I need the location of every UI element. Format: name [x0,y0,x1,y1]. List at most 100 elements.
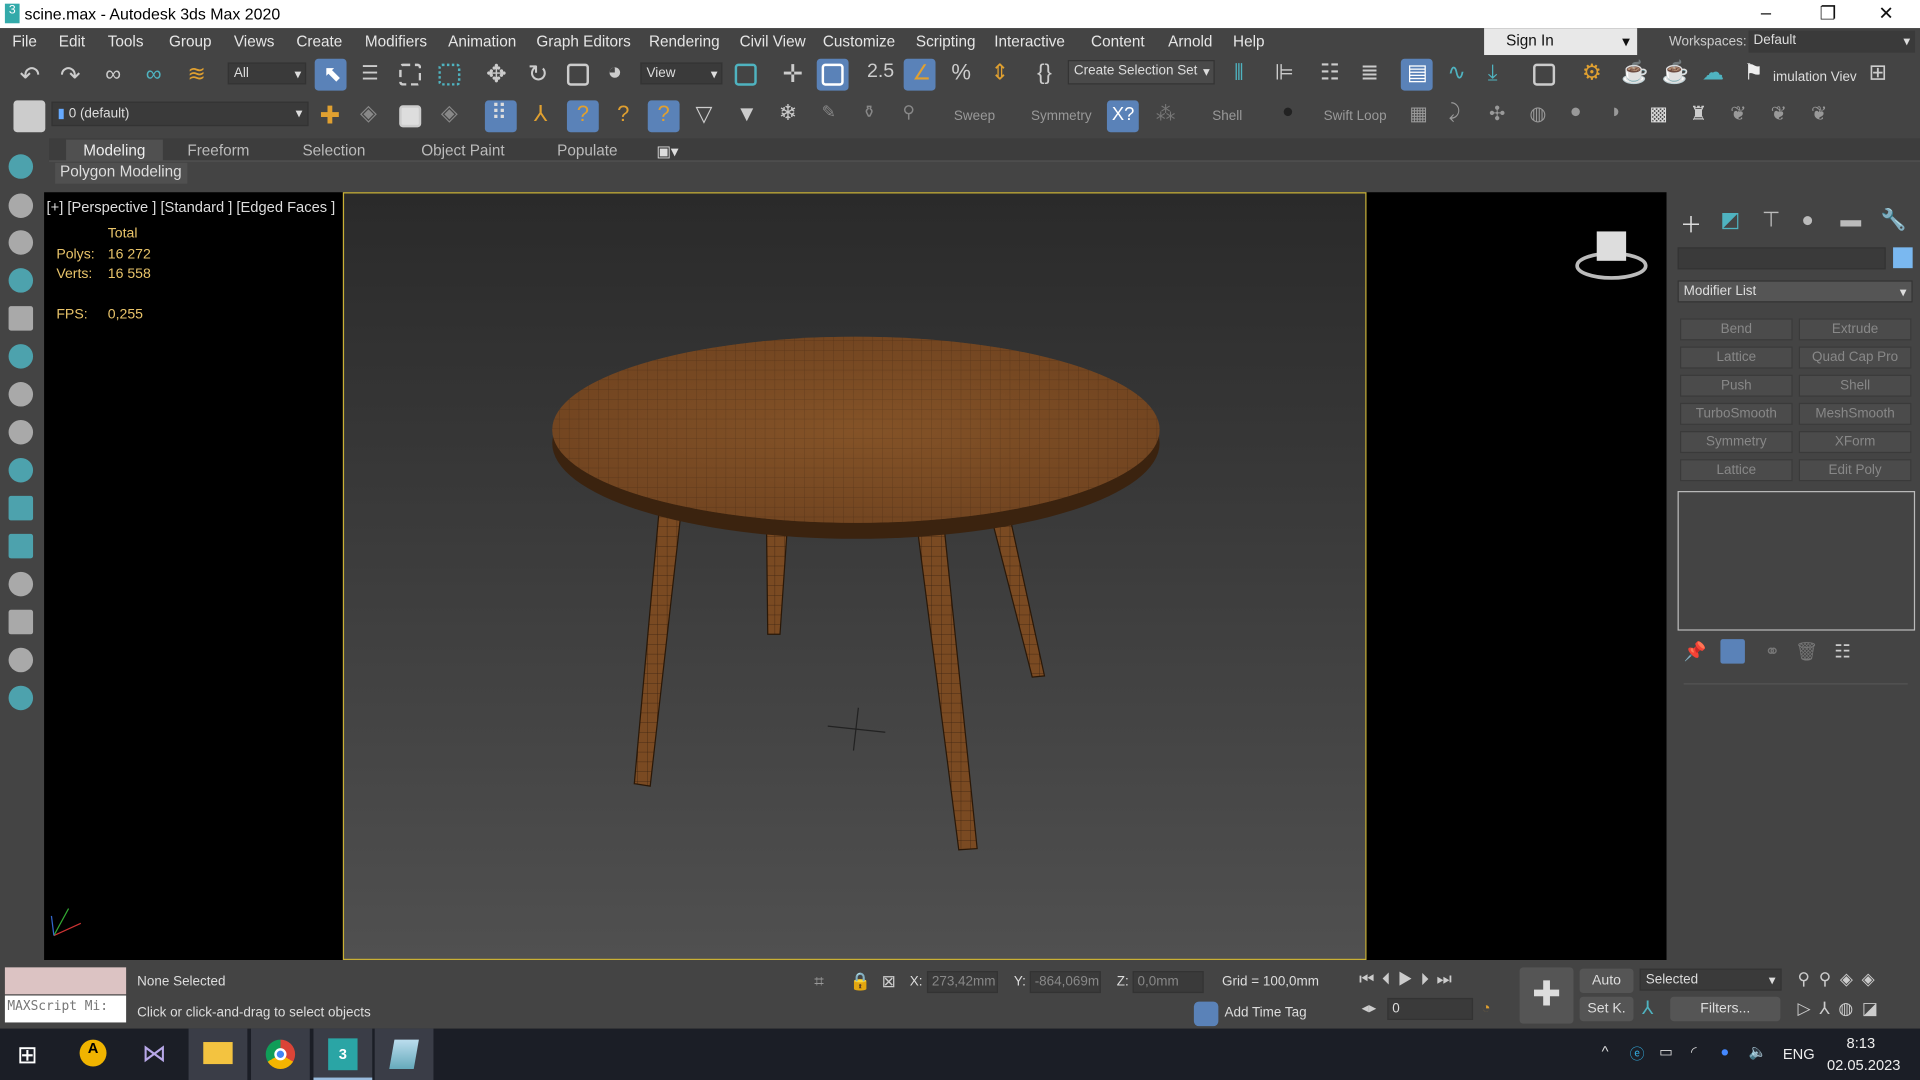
telegram-icon[interactable]: ● [1720,1043,1729,1060]
create-layer-icon[interactable]: ✚ [313,100,345,132]
isolate-icon[interactable]: ⌗ [814,971,824,992]
cage-icon[interactable]: ▦ [1402,100,1434,132]
select-object-icon[interactable]: ⬉ [314,58,347,91]
set-key-icon[interactable]: ✚ [1519,967,1574,1024]
modifier-button[interactable]: MeshSmooth [1798,402,1912,425]
mirror-icon[interactable]: ⫴ [1227,59,1259,91]
zoom-extents-all-icon[interactable]: ◈ [1862,969,1884,989]
maximize-button[interactable]: ❐ [1820,2,1836,25]
pin-stack-icon[interactable]: 📌 [1684,640,1707,663]
modifier-button[interactable]: Quad Cap Pro [1798,346,1912,369]
modifier-button[interactable]: Symmetry [1680,431,1793,454]
modifier-button[interactable]: Lattice [1680,459,1793,482]
menu-modifiers[interactable]: Modifiers [365,33,427,50]
keyboard-shortcut-override-icon[interactable] [816,58,849,91]
pivot-center-icon[interactable] [730,59,762,91]
scale-icon[interactable] [562,59,594,91]
lock-icon[interactable]: 🔒 [850,971,871,992]
viewport-layout-icon[interactable]: ⊞ [1862,59,1894,91]
play-icon[interactable]: ▶ [1398,969,1421,989]
viewport-label[interactable]: [+] [Perspective ] [Standard ] [Edged Fa… [47,198,336,215]
y-coordinate-field[interactable]: -864,069mi [1029,971,1101,994]
simulation-view-label[interactable]: imulation Viev [1773,70,1857,85]
layer-select-icon[interactable]: ◈ [435,100,467,132]
menu-edit[interactable]: Edit [59,33,85,50]
window-crossing-icon[interactable] [433,59,465,91]
menu-scripting[interactable]: Scripting [916,33,976,50]
menu-arnold[interactable]: Arnold [1168,33,1212,50]
show-hidden-icons[interactable]: ^ [1602,1043,1609,1060]
viewcube-icon[interactable] [1569,222,1655,289]
walk-through-icon[interactable]: ⅄ [1819,998,1838,1018]
menu-animation[interactable]: Animation [448,33,516,50]
spinner-snap-icon[interactable]: ⇕ [983,59,1015,91]
motion-tab-icon[interactable]: ● [1801,208,1814,232]
wave-icon[interactable]: ◗ [1603,100,1635,132]
modifier-stack[interactable] [1677,491,1916,631]
curve-editor-icon[interactable]: ∿ [1441,59,1473,91]
zoom-extents-icon[interactable]: ◈ [1840,969,1862,989]
ripple-icon[interactable]: ❦ [1804,100,1836,132]
set-key-button[interactable]: Set K. [1579,996,1634,1022]
scene-explorer-icon[interactable]: ☷ [1314,59,1346,91]
unlink-icon[interactable]: ∞ [141,60,173,92]
video-icon[interactable] [8,533,34,559]
menu-views[interactable]: Views [234,33,275,50]
modifier-button[interactable]: Edit Poly [1798,459,1912,482]
viewport-nav-top[interactable]: ⚲⚲◈◈ [1798,969,1884,990]
checker-icon[interactable]: ▩ [1642,100,1674,132]
maxscript-input[interactable]: MAXScript Mi: [4,995,127,1023]
perspective-viewport[interactable] [342,192,1367,961]
noise-icon[interactable]: ⁂ [1149,100,1181,132]
align-icon[interactable]: ⊫ [1267,59,1299,91]
modifier-button[interactable]: Lattice [1680,346,1793,369]
field-of-view-icon[interactable]: ▷ [1798,998,1820,1018]
menu-help[interactable]: Help [1233,33,1264,50]
create-selection-set-dropdown[interactable]: Create Selection Set ▾ [1067,60,1215,85]
percent-snap-icon[interactable]: % [944,59,976,91]
snap-tool-icon[interactable]: ⅄ [527,100,559,132]
key-tangent-icon[interactable]: ⅄ [1642,997,1653,1019]
material-editor-icon[interactable] [1528,59,1560,91]
sweep-button[interactable]: Sweep [954,109,995,124]
modify-tab-icon[interactable]: ◩ [1720,208,1740,232]
object-color-swatch[interactable] [1893,247,1913,269]
swift-loop-button[interactable]: Swift Loop [1324,109,1387,124]
edge-snap-icon[interactable]: ? [607,100,639,132]
smooth-icon[interactable]: ● [1275,100,1307,132]
language-indicator[interactable]: ENG [1783,1046,1815,1063]
snaps-toggle-icon[interactable]: 2.5 [863,59,895,91]
maximize-viewport-icon[interactable]: ◪ [1862,998,1887,1018]
menu-content[interactable]: Content [1091,33,1145,50]
tab-selection[interactable]: Selection [302,142,365,159]
visual-studio-icon[interactable]: ⋈ [125,1029,184,1080]
close-button[interactable]: ✕ [1878,2,1893,25]
volume-icon[interactable]: 🔈 [1749,1043,1767,1060]
create-tab-icon[interactable]: ＋ [1680,208,1702,240]
light-icon[interactable] [8,154,34,179]
minimize-button[interactable]: – [1761,2,1771,23]
app-a-icon[interactable]: A [64,1029,123,1080]
windows-start-icon[interactable]: ⊞ [0,1029,59,1080]
rectangular-selection-icon[interactable] [394,59,426,91]
add-to-layer-icon[interactable] [394,100,426,132]
menu-graph-editors[interactable]: Graph Editors [536,33,630,50]
go-to-start-icon[interactable]: ⏮ [1359,969,1382,989]
battery-icon[interactable]: ▭ [1659,1043,1673,1060]
place-icon[interactable]: ◕ [602,59,634,91]
make-unique-icon[interactable]: ⚭ [1764,640,1779,663]
remove-modifier-icon[interactable]: 🗑 [1795,640,1818,663]
menu-group[interactable]: Group [169,33,212,50]
viewport-nav-bottom[interactable]: ▷⅄◍◪ [1798,998,1887,1019]
freeze-icon[interactable]: ❄ [773,100,805,132]
layers-icon[interactable]: ◈ [354,100,386,132]
menu-create[interactable]: Create [296,33,342,50]
menu-tools[interactable]: Tools [108,33,144,50]
render-setup-icon[interactable]: ⚙ [1576,59,1608,91]
key-filters-button[interactable]: Filters... [1670,996,1781,1022]
rendered-frame-window-icon[interactable]: ☕ [1615,59,1648,91]
absolute-mode-icon[interactable]: ⊠ [882,971,896,992]
shape-icon[interactable]: ⚲ [894,100,926,132]
show-end-result-icon[interactable] [1720,639,1745,664]
link-icon[interactable]: ∞ [100,60,132,92]
